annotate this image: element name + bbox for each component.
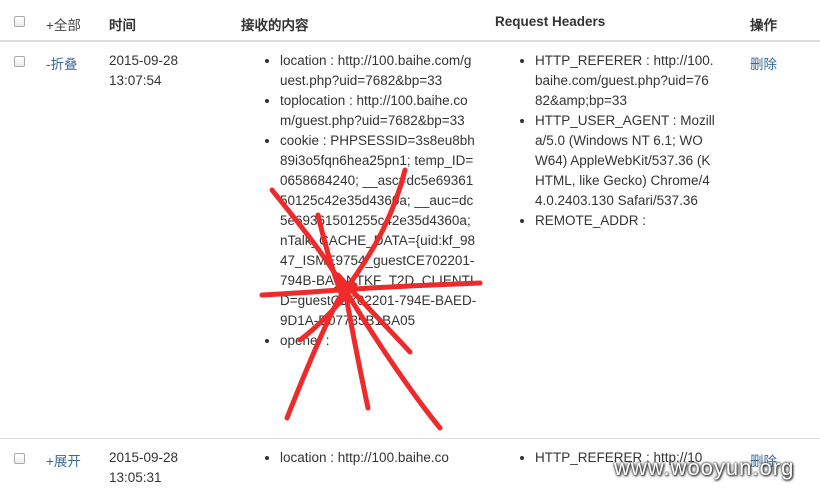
received-content-list: location : http://100.baihe.co — [263, 448, 500, 468]
date-text: 2015-09-28 — [109, 450, 179, 465]
time-text: 13:05:31 — [109, 470, 162, 485]
timestamp: 2015-09-28 13:05:31 — [109, 448, 178, 488]
watermark: www.wooyun.org — [614, 455, 795, 480]
row-checkbox[interactable] — [14, 453, 25, 464]
expand-toggle[interactable]: +展开 — [46, 450, 81, 470]
table-row: +展开 2015-09-28 13:05:31 location : http:… — [0, 0, 820, 496]
content-item: location : http://100.baihe.co — [280, 448, 500, 468]
